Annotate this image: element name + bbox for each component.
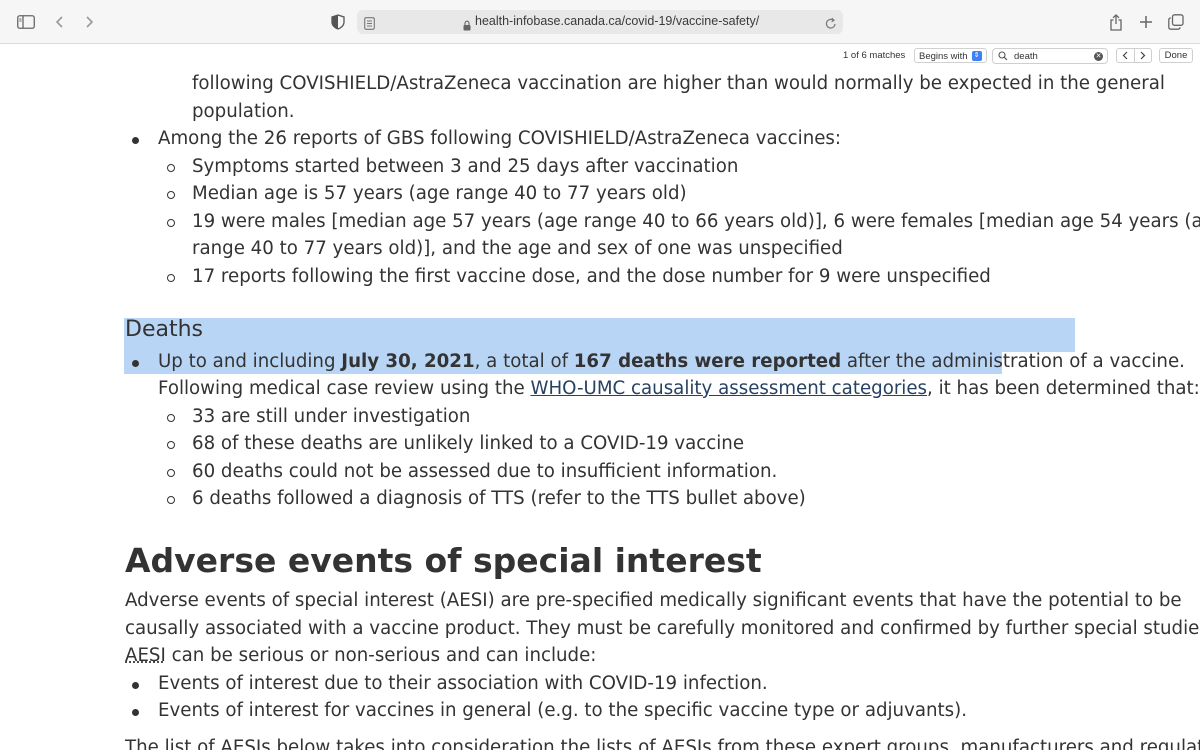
reload-icon[interactable] [825, 15, 837, 34]
reader-icon[interactable] [364, 15, 375, 34]
review-text: Following medical case review using the [158, 378, 531, 399]
privacy-shield-icon[interactable] [326, 10, 350, 34]
address-bar[interactable]: health-infobase.canada.ca/covid-19/vacci… [357, 10, 843, 34]
gbs-tail-line1: following COVISHIELD/AstraZeneca vaccina… [192, 73, 1165, 94]
find-highlight [124, 318, 1075, 352]
chevron-updown-icon: ⇕ [971, 51, 982, 61]
find-term[interactable]: death [1014, 51, 1038, 62]
deaths-text: after the administration of a vaccine. [841, 351, 1185, 372]
aesi-abbreviation[interactable]: AESI [125, 645, 166, 666]
find-input[interactable]: death ✕ [992, 48, 1108, 64]
lock-icon [463, 16, 471, 35]
forward-icon[interactable] [77, 10, 101, 34]
aesi-heading: Adverse events of special interest [125, 541, 762, 580]
aesi-paragraph-line2: causally associated with a vaccine produ… [125, 618, 1200, 639]
list-item: Median age is 57 years (age range 40 to … [167, 183, 687, 204]
list-item: 33 are still under investigation [166, 406, 471, 427]
review-text: , it has been determined that: [927, 378, 1200, 399]
find-mode-select[interactable]: Begins with ⇕ [914, 48, 987, 63]
find-bar: 1 of 6 matches Begins with ⇕ death ✕ Don… [0, 45, 1200, 67]
deaths-text: Up to and including [158, 351, 342, 372]
tab-overview-icon[interactable] [1164, 10, 1188, 34]
sidebar-toggle-icon[interactable] [14, 10, 38, 34]
gbs-reports-bullet: Among the 26 reports of GBS following CO… [131, 128, 842, 149]
list-item: 68 of these deaths are unlikely linked t… [166, 433, 745, 454]
deaths-text: , a total of [474, 351, 574, 372]
aesi-paragraph-line3: AESI can be serious or non-serious and c… [125, 645, 596, 666]
list-item: Events of interest for vaccines in gener… [131, 700, 968, 721]
list-item: 6 deaths followed a diagnosis of TTS (re… [167, 488, 806, 509]
find-navigation [1116, 48, 1152, 63]
list-item: 60 deaths could not be assessed due to i… [166, 461, 778, 482]
list-item: 17 reports following the first vaccine d… [167, 266, 991, 287]
find-done-button[interactable]: Done [1159, 48, 1193, 63]
browser-toolbar: health-infobase.canada.ca/covid-19/vacci… [0, 0, 1200, 44]
list-item: 19 were males [median age 57 years (age … [166, 211, 1200, 232]
gbs-tail-line2: population. [192, 101, 295, 122]
next-match-button[interactable] [1133, 49, 1152, 62]
back-icon[interactable] [48, 10, 72, 34]
search-icon [998, 51, 1008, 64]
page-content: following COVISHIELD/AstraZeneca vaccina… [0, 67, 1200, 750]
deaths-heading: Deaths [125, 317, 203, 342]
previous-match-button[interactable] [1117, 49, 1134, 62]
find-mode-label: Begins with [919, 50, 968, 62]
share-icon[interactable] [1104, 10, 1128, 34]
aesi-text: can be serious or non-serious and can in… [165, 645, 597, 666]
url-text[interactable]: health-infobase.canada.ca/covid-19/vacci… [475, 14, 759, 28]
deaths-date: July 30, 2021 [341, 351, 475, 372]
aesi-paragraph-line1: Adverse events of special interest (AESI… [125, 590, 1182, 611]
list-item: Symptoms started between 3 and 25 days a… [166, 156, 739, 177]
new-tab-icon[interactable] [1134, 10, 1158, 34]
deaths-review-line: Following medical case review using the … [158, 378, 1200, 399]
list-item-continuation: range 40 to 77 years old)], and the age … [192, 238, 843, 259]
deaths-summary-bullet: Up to and including July 30, 2021, a tot… [132, 351, 1185, 372]
find-match-count: 1 of 6 matches [843, 50, 906, 61]
cut-off-paragraph: The list of AESIs below takes into consi… [125, 737, 1200, 750]
list-item: Events of interest due to their associat… [132, 673, 768, 694]
who-umc-causality-link[interactable]: WHO-UMC causality assessment categories [531, 378, 928, 399]
deaths-count: 167 deaths were reported [573, 351, 842, 372]
clear-search-icon[interactable]: ✕ [1094, 52, 1103, 61]
